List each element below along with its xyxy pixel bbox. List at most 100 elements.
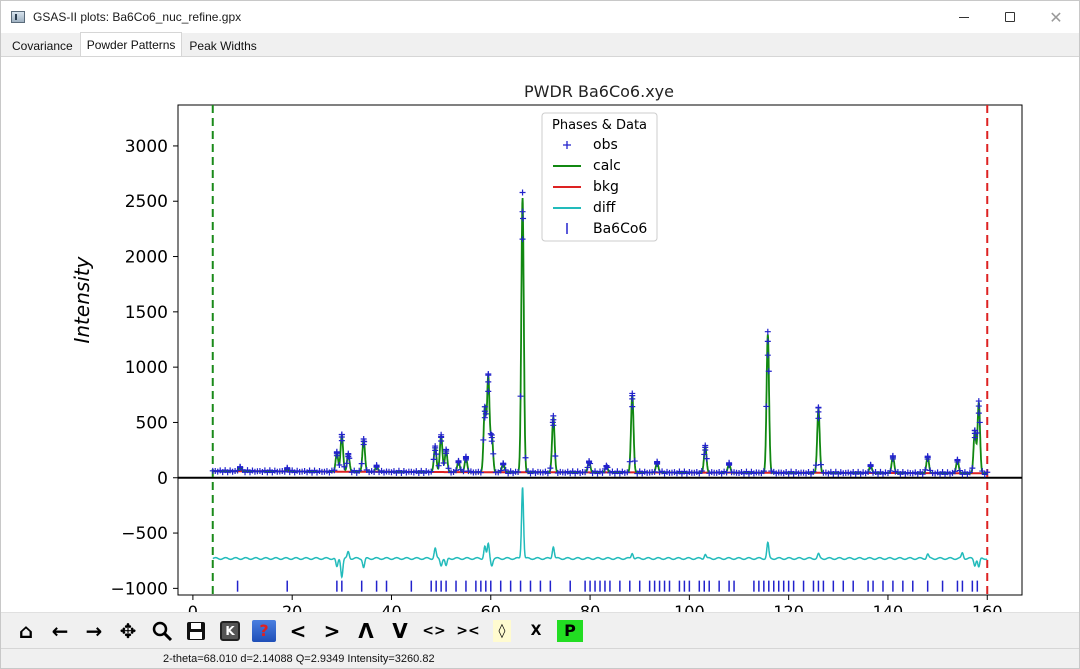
obs-point bbox=[975, 398, 982, 405]
obs-point bbox=[519, 189, 526, 196]
x-tick-label: 160 bbox=[972, 602, 1003, 612]
x-tick-label: 100 bbox=[674, 602, 705, 612]
y-tick-label: 3000 bbox=[125, 137, 168, 157]
plot-canvas[interactable]: PWDR Ba6Co6.xye 0 20 40 60 80 100 120 140 160 −10… bbox=[1, 57, 1079, 621]
shrink-y-icon: Χ bbox=[530, 622, 542, 639]
keyboard-icon: K bbox=[220, 620, 240, 641]
obs-point bbox=[490, 450, 497, 457]
obs-point bbox=[522, 454, 529, 461]
minimize-icon bbox=[959, 16, 969, 18]
y-tick-label: 2500 bbox=[125, 192, 168, 212]
cursor-readout: 2-theta=68.010 d=2.14088 Q=2.9349 Intens… bbox=[163, 652, 435, 665]
diff-series-line bbox=[212, 487, 988, 579]
x-tick-label: 20 bbox=[282, 602, 302, 612]
x-tick-label: 80 bbox=[580, 602, 600, 612]
obs-point bbox=[485, 378, 492, 385]
zoom-button[interactable] bbox=[145, 616, 179, 646]
pan-button[interactable]: ✥ bbox=[111, 616, 145, 646]
maximize-button[interactable] bbox=[987, 1, 1033, 33]
help-icon: ? bbox=[252, 619, 276, 642]
obs-point bbox=[519, 236, 526, 243]
home-button[interactable]: ⌂ bbox=[9, 616, 43, 646]
back-button[interactable]: ← bbox=[43, 616, 77, 646]
obs-point bbox=[480, 436, 487, 443]
powder-pattern-chart[interactable]: PWDR Ba6Co6.xye 0 20 40 60 80 100 120 140 160 −10… bbox=[1, 57, 1079, 621]
x-tick-label: 120 bbox=[773, 602, 804, 612]
reflection-ticks bbox=[236, 580, 979, 592]
y-tick-label: 500 bbox=[136, 413, 168, 433]
obs-point bbox=[550, 412, 557, 419]
close-button[interactable]: ✕ bbox=[1033, 1, 1079, 33]
tab-peak-widths[interactable]: Peak Widths bbox=[182, 34, 263, 56]
legend-label-diff: diff bbox=[593, 200, 616, 216]
chart-title: PWDR Ba6Co6.xye bbox=[524, 82, 674, 101]
obs-point bbox=[333, 449, 340, 456]
arrow-right-icon: → bbox=[85, 618, 103, 643]
obs-point bbox=[817, 461, 824, 468]
move-icon: ✥ bbox=[119, 618, 137, 643]
obs-point bbox=[764, 328, 771, 335]
shift-down-button[interactable]: V bbox=[383, 616, 417, 646]
shrink-x-icon: >< bbox=[456, 622, 480, 639]
expand-x-button[interactable]: <> bbox=[417, 616, 451, 646]
obs-point bbox=[520, 215, 527, 222]
obs-point bbox=[629, 395, 636, 402]
plot-toolbar: ⌂ ← → ✥ K ? < > Λ V <> >< ◊ Χ P bbox=[1, 612, 1079, 648]
x-tick-label: 60 bbox=[481, 602, 501, 612]
tab-covariance[interactable]: Covariance bbox=[5, 34, 80, 56]
obs-point bbox=[519, 208, 526, 215]
tab-bar: Covariance Powder Patterns Peak Widths bbox=[1, 32, 1079, 57]
plot-window: GSAS-II plots: Ba6Co6_nuc_refine.gpx ✕ C… bbox=[0, 0, 1080, 669]
title-bar: GSAS-II plots: Ba6Co6_nuc_refine.gpx ✕ bbox=[1, 1, 1079, 33]
help-button[interactable]: ? bbox=[247, 616, 281, 646]
obs-point bbox=[481, 414, 488, 421]
obs-point bbox=[867, 462, 874, 469]
y-tick-label: 1500 bbox=[125, 303, 168, 323]
magnifier-icon bbox=[152, 621, 173, 641]
tab-powder-patterns[interactable]: Powder Patterns bbox=[79, 32, 183, 56]
shift-up-button[interactable]: Λ bbox=[349, 616, 383, 646]
publish-icon: P bbox=[557, 619, 583, 642]
caret-down-icon: V bbox=[392, 618, 408, 643]
y-tick-label: 2000 bbox=[125, 248, 168, 268]
shrink-y-button[interactable]: Χ bbox=[519, 616, 553, 646]
shift-right-button[interactable]: > bbox=[315, 616, 349, 646]
x-tick-label: 140 bbox=[873, 602, 904, 612]
x-tick-label: 0 bbox=[188, 602, 198, 612]
obs-point bbox=[924, 453, 931, 460]
minimize-button[interactable] bbox=[941, 1, 987, 33]
window-controls: ✕ bbox=[941, 1, 1079, 33]
obs-point bbox=[631, 458, 638, 465]
shrink-x-button[interactable]: >< bbox=[451, 616, 485, 646]
obs-point bbox=[517, 393, 524, 400]
shift-right-icon: > bbox=[323, 618, 341, 643]
obs-point bbox=[485, 388, 492, 395]
app-icon bbox=[11, 11, 25, 23]
obs-point bbox=[626, 458, 633, 465]
obs-point bbox=[629, 403, 636, 410]
obs-point bbox=[975, 410, 982, 417]
y-tick-label: −1000 bbox=[110, 579, 168, 599]
obs-point bbox=[889, 453, 896, 460]
obs-point bbox=[815, 415, 822, 422]
obs-point bbox=[345, 450, 352, 457]
save-button[interactable] bbox=[179, 616, 213, 646]
y-tick-label: 0 bbox=[157, 469, 168, 489]
shift-left-icon: < bbox=[289, 618, 307, 643]
obs-point bbox=[358, 460, 365, 467]
shift-left-button[interactable]: < bbox=[281, 616, 315, 646]
publish-button[interactable]: P bbox=[553, 616, 587, 646]
key-press-button[interactable]: K bbox=[213, 616, 247, 646]
obs-point bbox=[485, 372, 492, 379]
maximize-icon bbox=[1005, 12, 1015, 22]
obs-point bbox=[815, 404, 822, 411]
legend-title: Phases & Data bbox=[552, 118, 647, 133]
expand-y-button[interactable]: ◊ bbox=[485, 616, 519, 646]
expand-y-icon: ◊ bbox=[493, 619, 511, 642]
forward-button[interactable]: → bbox=[77, 616, 111, 646]
caret-up-icon: Λ bbox=[358, 618, 374, 643]
legend-label-bkg: bkg bbox=[593, 179, 619, 195]
obs-point bbox=[764, 338, 771, 345]
x-tick-label: 40 bbox=[381, 602, 401, 612]
arrow-left-icon: ← bbox=[51, 618, 69, 643]
